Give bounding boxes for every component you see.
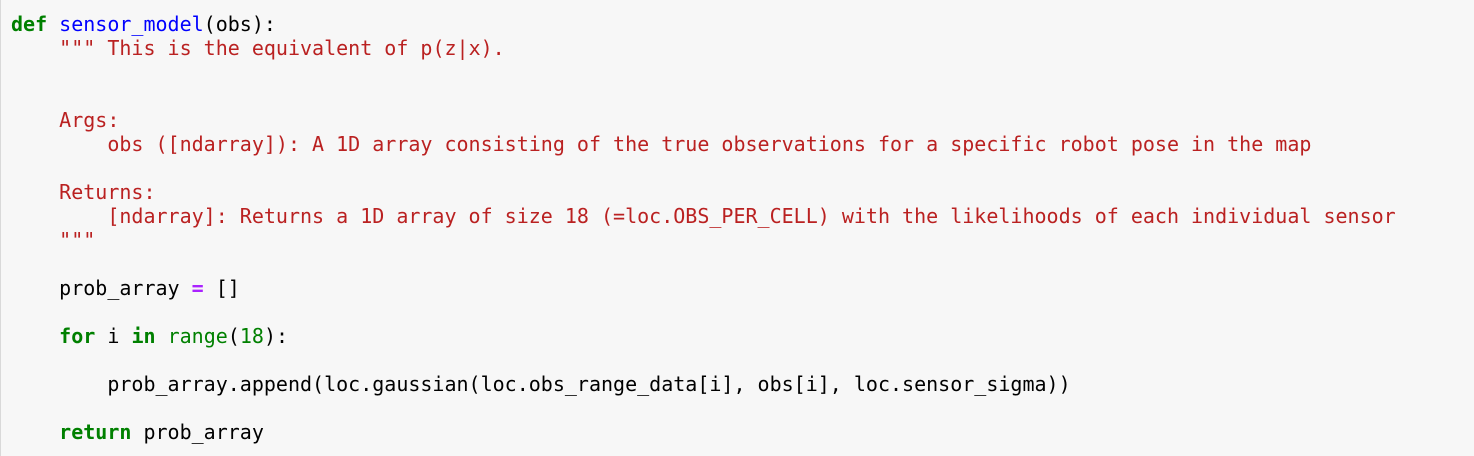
range-close: ):	[263, 324, 289, 348]
keyword-for: for	[59, 324, 96, 348]
code-line-args-desc: obs ([ndarray]): A 1D array consisting o…	[11, 131, 1311, 157]
assign-operator: =	[191, 276, 204, 300]
code-line-docstring-open: """ This is the equivalent of p(z|x).	[11, 35, 505, 61]
append-statement: prob_array.append(loc.gaussian(loc.obs_r…	[107, 372, 1071, 396]
assign-variable: prob_array	[59, 276, 180, 300]
code-line-append: prob_array.append(loc.gaussian(loc.obs_r…	[11, 371, 1071, 397]
code-line-docstring-close: """	[11, 227, 95, 253]
code-cell[interactable]: def sensor_model(obs): """ This is the e…	[0, 0, 1474, 456]
code-line-args-header: Args:	[11, 107, 119, 133]
range-argument: 18	[239, 324, 264, 348]
code-line-returns-header: Returns:	[11, 179, 156, 205]
code-line-def: def sensor_model(obs):	[11, 11, 276, 37]
builtin-range: range	[167, 324, 228, 348]
docstring-summary: """ This is the equivalent of p(z|x).	[59, 36, 505, 60]
keyword-in: in	[131, 324, 156, 348]
docstring-close: """	[59, 228, 96, 252]
return-value: prob_array	[143, 420, 264, 444]
assign-value: []	[215, 276, 240, 300]
loop-variable: i	[107, 324, 120, 348]
code-line-returns-desc: [ndarray]: Returns a 1D array of size 18…	[11, 203, 1396, 229]
docstring-args-desc: obs ([ndarray]): A 1D array consisting o…	[107, 132, 1312, 156]
docstring-returns-desc: [ndarray]: Returns a 1D array of size 18…	[107, 204, 1396, 228]
function-name: sensor_model	[59, 12, 204, 36]
keyword-return: return	[59, 420, 132, 444]
function-signature: (obs):	[203, 12, 276, 36]
docstring-returns-header: Returns:	[59, 180, 156, 204]
code-line-assign: prob_array = []	[11, 275, 240, 301]
range-open-paren: (	[227, 324, 240, 348]
docstring-args-header: Args:	[59, 108, 120, 132]
code-line-return: return prob_array	[11, 419, 264, 445]
keyword-def: def	[11, 12, 48, 36]
code-line-for: for i in range(18):	[11, 323, 288, 349]
